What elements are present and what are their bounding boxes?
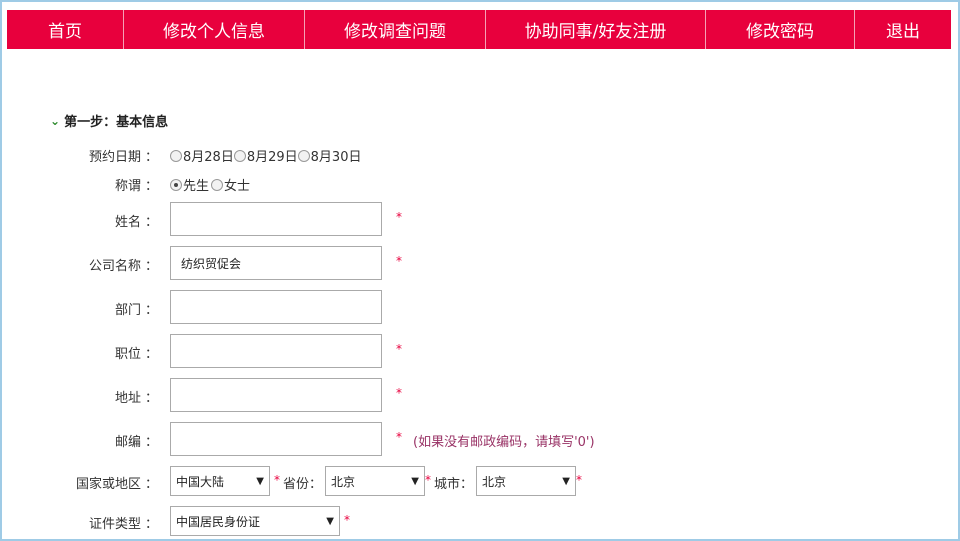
name-label: 姓名： bbox=[114, 215, 158, 230]
radio-button-checked[interactable] bbox=[170, 178, 182, 191]
nav-home[interactable]: 首页 bbox=[7, 10, 124, 49]
chevron-down-icon[interactable]: ⌄ bbox=[50, 114, 60, 128]
dropdown-arrow-icon: ▼ bbox=[411, 475, 419, 487]
required-mark: * bbox=[274, 473, 280, 487]
dept-input[interactable] bbox=[170, 290, 382, 324]
required-mark: * bbox=[344, 513, 350, 527]
required-mark: * bbox=[396, 430, 402, 444]
city-select[interactable]: 北京 ▼ bbox=[476, 466, 576, 496]
date-radio-group: 8月28日 8月29日 8月30日 bbox=[170, 146, 361, 165]
date-option-1[interactable]: 8月28日 bbox=[170, 146, 234, 165]
region-select[interactable]: 中国大陆 ▼ bbox=[170, 466, 270, 496]
position-label: 职位： bbox=[114, 347, 158, 362]
radio-button[interactable] bbox=[170, 149, 182, 162]
company-input[interactable]: 纺织贸促会 bbox=[170, 246, 382, 280]
dropdown-arrow-icon: ▼ bbox=[326, 515, 334, 527]
required-mark: * bbox=[425, 473, 431, 487]
title-label: 称谓： bbox=[114, 179, 158, 194]
dept-label: 部门： bbox=[114, 303, 158, 318]
dropdown-arrow-icon: ▼ bbox=[256, 475, 264, 487]
position-input[interactable] bbox=[170, 334, 382, 368]
nav-logout[interactable]: 退出 bbox=[855, 10, 951, 49]
radio-button[interactable] bbox=[211, 178, 224, 191]
section-title: ⌄ 第一步：基本信息 bbox=[50, 111, 169, 131]
address-label: 地址： bbox=[114, 391, 158, 406]
postcode-label: 邮编： bbox=[114, 435, 158, 450]
idtype-label: 证件类型： bbox=[88, 517, 158, 532]
nav-edit-survey[interactable]: 修改调查问题 bbox=[305, 10, 486, 49]
company-label: 公司名称： bbox=[88, 259, 158, 274]
date-option-3[interactable]: 8月30日 bbox=[297, 146, 361, 165]
region-label: 国家或地区： bbox=[75, 477, 158, 492]
radio-button[interactable] bbox=[297, 149, 310, 162]
idtype-select[interactable]: 中国居民身份证 ▼ bbox=[170, 506, 340, 536]
required-mark: * bbox=[396, 386, 402, 400]
required-mark: * bbox=[396, 342, 402, 356]
top-nav: 首页 修改个人信息 修改调查问题 协助同事/好友注册 修改密码 退出 bbox=[7, 10, 951, 49]
postcode-hint: (如果没有邮政编码，请填写'0') bbox=[413, 435, 595, 450]
title-option-ms[interactable]: 女士 bbox=[211, 175, 250, 194]
nav-edit-profile[interactable]: 修改个人信息 bbox=[124, 10, 305, 49]
nav-change-password[interactable]: 修改密码 bbox=[706, 10, 855, 49]
province-select[interactable]: 北京 ▼ bbox=[325, 466, 425, 496]
required-mark: * bbox=[396, 254, 402, 268]
dropdown-arrow-icon: ▼ bbox=[562, 475, 570, 487]
postcode-input[interactable] bbox=[170, 422, 382, 456]
section-title-text: 第一步：基本信息 bbox=[64, 115, 169, 130]
city-label: 城市： bbox=[434, 477, 474, 492]
province-label: 省份： bbox=[283, 477, 323, 492]
address-input[interactable] bbox=[170, 378, 382, 412]
required-mark: * bbox=[576, 473, 582, 487]
date-option-2[interactable]: 8月29日 bbox=[233, 146, 298, 165]
date-label: 预约日期： bbox=[88, 150, 158, 165]
required-mark: * bbox=[396, 210, 402, 224]
radio-button[interactable] bbox=[233, 149, 246, 162]
title-radio-group: 先生 女士 bbox=[170, 175, 250, 194]
title-option-mr[interactable]: 先生 bbox=[170, 175, 209, 194]
nav-register-colleague[interactable]: 协助同事/好友注册 bbox=[486, 10, 706, 49]
name-input[interactable] bbox=[170, 202, 382, 236]
